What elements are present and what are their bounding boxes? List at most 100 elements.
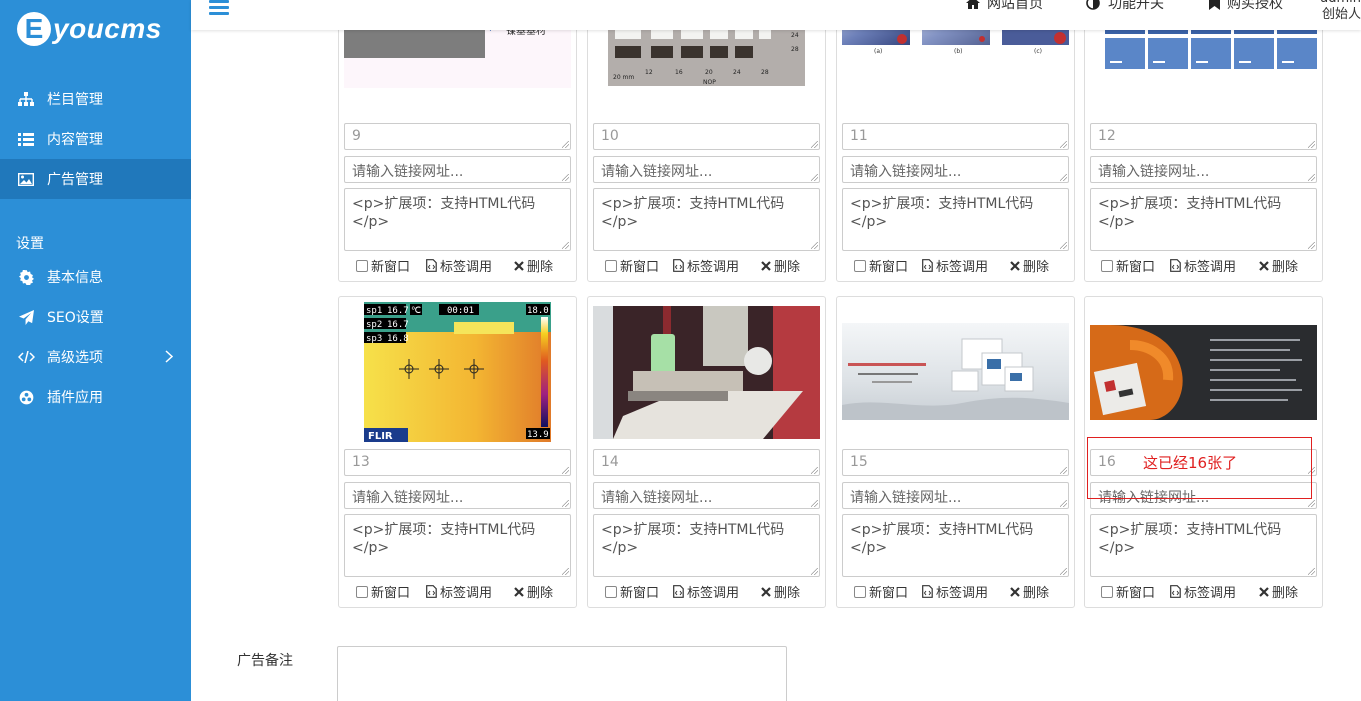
ad-image-13[interactable]: sp1 16.7 sp2 16.7 sp3 16.8 ℃ 00:01 18.0 13.9 FLIR (344, 302, 571, 442)
logo-mark: E (17, 12, 51, 46)
site-home-link[interactable]: 网站首页 (966, 0, 1043, 13)
tag-call-button[interactable]: 标签调用 (922, 582, 988, 601)
new-window-checkbox[interactable]: 新窗口 (356, 256, 410, 275)
order-field[interactable]: 9 (344, 123, 571, 150)
logo[interactable]: E youcms (17, 12, 162, 46)
sidebar-item-plugins[interactable]: 插件应用 (0, 377, 191, 417)
tag-call-label: 标签调用 (687, 260, 740, 275)
new-window-checkbox[interactable]: 新窗口 (1101, 256, 1155, 275)
ad-image-15[interactable] (842, 323, 1069, 420)
code-file-icon (426, 585, 437, 598)
link-url-field[interactable]: 请输入链接网址... (842, 482, 1069, 509)
ad-card-10: 16202428121620242820 mmNOP 10 请输入链接网址...… (587, 0, 826, 282)
thermal-max: 18.0 (527, 306, 549, 316)
tag-call-label: 标签调用 (440, 586, 493, 601)
new-window-checkbox[interactable]: 新窗口 (854, 582, 908, 601)
user-role: 创始人 (1321, 7, 1361, 22)
user-info[interactable]: admin 创始人 (1311, 0, 1361, 23)
new-window-checkbox[interactable]: 新窗口 (356, 582, 410, 601)
svg-text:(c): (c) (1034, 48, 1042, 55)
delete-button[interactable]: 删除 (514, 582, 553, 601)
link-url-field[interactable]: 请输入链接网址... (842, 156, 1069, 183)
tag-call-button[interactable]: 标签调用 (922, 256, 988, 275)
sidebar-item-label: 高级选项 (47, 350, 103, 366)
feature-switch-label: 功能开关 (1108, 0, 1164, 12)
tag-call-label: 标签调用 (1184, 260, 1237, 275)
tag-call-button[interactable]: 标签调用 (426, 582, 492, 601)
delete-label: 删除 (527, 586, 554, 601)
delete-button[interactable]: 删除 (761, 256, 800, 275)
site-home-label: 网站首页 (987, 0, 1043, 12)
delete-button[interactable]: 删除 (514, 256, 553, 275)
feature-switch-link[interactable]: 功能开关 (1086, 0, 1164, 13)
tag-call-button[interactable]: 标签调用 (426, 256, 492, 275)
tag-call-label: 标签调用 (687, 586, 740, 601)
tag-call-button[interactable]: 标签调用 (1170, 256, 1236, 275)
link-url-field[interactable]: 请输入链接网址... (344, 482, 571, 509)
menu-toggle-button[interactable] (209, 0, 229, 16)
link-url-field[interactable]: 请输入链接网址... (593, 482, 820, 509)
svg-text:24: 24 (733, 69, 741, 76)
svg-text:28: 28 (761, 69, 769, 76)
delete-button[interactable]: 删除 (1010, 256, 1049, 275)
thermal-label-sp2: sp2 (366, 320, 382, 330)
order-field[interactable]: 10 (593, 123, 820, 150)
image-caption: NOP (703, 79, 716, 86)
ad-image-16[interactable] (1090, 325, 1317, 420)
new-window-checkbox[interactable]: 新窗口 (605, 582, 659, 601)
checkbox-icon (356, 585, 368, 598)
link-url-field[interactable]: 请输入链接网址... (593, 156, 820, 183)
svg-text:28: 28 (791, 46, 799, 53)
sidebar-item-columns[interactable]: 栏目管理 (0, 79, 191, 119)
close-icon (514, 260, 524, 271)
order-field[interactable]: 13 (344, 449, 571, 476)
link-url-field[interactable]: 请输入链接网址... (344, 156, 571, 183)
link-url-field[interactable]: 请输入链接网址... (1090, 156, 1317, 183)
order-field[interactable]: 14 (593, 449, 820, 476)
list-icon (16, 131, 36, 147)
new-window-checkbox[interactable]: 新窗口 (854, 256, 908, 275)
ad-note-field[interactable] (337, 646, 787, 701)
new-window-label: 新窗口 (869, 260, 909, 275)
tag-call-button[interactable]: 标签调用 (1170, 582, 1236, 601)
sidebar-item-seo[interactable]: SEO设置 (0, 297, 191, 337)
close-icon (1259, 260, 1269, 271)
extension-field[interactable]: <p>扩展项：支持HTML代码</p> (842, 188, 1069, 251)
extension-field[interactable]: <p>扩展项：支持HTML代码</p> (344, 188, 571, 251)
code-file-icon (426, 259, 437, 272)
delete-button[interactable]: 删除 (761, 582, 800, 601)
new-window-label: 新窗口 (1116, 260, 1156, 275)
ad-image-14[interactable] (593, 306, 820, 439)
plugin-icon (16, 389, 36, 405)
extension-field[interactable]: <p>扩展项：支持HTML代码</p> (593, 514, 820, 577)
sidebar-item-ads[interactable]: 广告管理 (0, 159, 191, 199)
ad-card-15: 15 请输入链接网址... <p>扩展项：支持HTML代码</p> 新窗口 标签… (836, 296, 1075, 608)
extension-field[interactable]: <p>扩展项：支持HTML代码</p> (1090, 188, 1317, 251)
thermal-unit: ℃ (411, 306, 421, 316)
delete-button[interactable]: 删除 (1259, 582, 1298, 601)
extension-field[interactable]: <p>扩展项：支持HTML代码</p> (593, 188, 820, 251)
order-field[interactable]: 15 (842, 449, 1069, 476)
extension-field[interactable]: <p>扩展项：支持HTML代码</p> (842, 514, 1069, 577)
code-icon (16, 349, 36, 365)
thermal-value-sp2: 16.7 (387, 320, 409, 330)
card-actions: 新窗口 标签调用 删除 (339, 582, 576, 602)
order-field[interactable]: 12 (1090, 123, 1317, 150)
extension-field[interactable]: <p>扩展项：支持HTML代码</p> (344, 514, 571, 577)
sidebar-item-content[interactable]: 内容管理 (0, 119, 191, 159)
delete-label: 删除 (774, 586, 801, 601)
new-window-checkbox[interactable]: 新窗口 (605, 256, 659, 275)
delete-button[interactable]: 删除 (1010, 582, 1049, 601)
new-window-checkbox[interactable]: 新窗口 (1101, 582, 1155, 601)
tag-call-button[interactable]: 标签调用 (673, 256, 739, 275)
code-file-icon (922, 585, 933, 598)
tag-call-button[interactable]: 标签调用 (673, 582, 739, 601)
ad-card-13: sp1 16.7 sp2 16.7 sp3 16.8 ℃ 00:01 18.0 13.9 FLIR … (338, 296, 577, 608)
card-actions: 新窗口 标签调用 删除 (588, 582, 825, 602)
sidebar-item-basic-info[interactable]: 基本信息 (0, 257, 191, 297)
extension-field[interactable]: <p>扩展项：支持HTML代码</p> (1090, 514, 1317, 577)
sidebar-item-advanced[interactable]: 高级选项 (0, 337, 191, 377)
order-field[interactable]: 11 (842, 123, 1069, 150)
delete-button[interactable]: 删除 (1259, 256, 1298, 275)
buy-license-link[interactable]: 购买授权 (1209, 0, 1283, 13)
